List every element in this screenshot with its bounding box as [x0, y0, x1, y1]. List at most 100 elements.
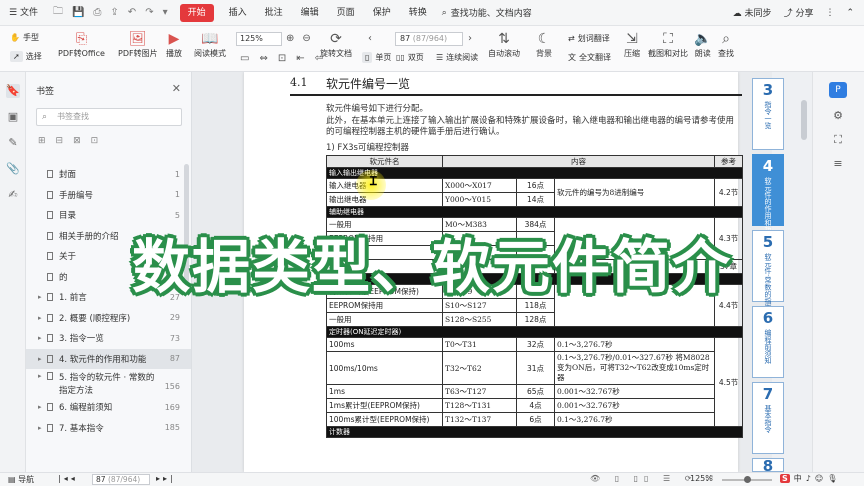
tab-comment[interactable]: 批注 [256, 0, 292, 26]
auto-scroll-button[interactable]: ⇅ 自动滚动 [488, 30, 520, 59]
title-banner: 数据类型、软元件简介 [0, 224, 864, 301]
ime-toolbar[interactable]: S 中 ♪ ☺ 🎙 [780, 473, 837, 484]
bookmark-item[interactable]: 封面 1 [26, 164, 191, 185]
group-counter: 计数器 [325, 426, 744, 438]
thumbnail-icon[interactable]: ▣ [6, 110, 20, 124]
play-button[interactable]: ▶ 播放 [166, 30, 182, 59]
rotate-document-button[interactable]: ⟳ 旋转文档 [320, 30, 352, 59]
page-icon [47, 423, 53, 432]
pdf-to-image-button[interactable]: 🖼 PDF转图片 [118, 30, 158, 59]
find-button[interactable]: ⌕ 查找 [718, 30, 734, 59]
delete-bookmark-icon[interactable]: ⊠ [73, 136, 81, 146]
tab-start[interactable]: 开始 [179, 3, 214, 22]
chapter-tab-8[interactable]: 8 [752, 458, 784, 472]
bookmark-search-input[interactable]: ⌕ 书签查找 [36, 108, 182, 126]
page-nav-next[interactable]: › [468, 33, 472, 44]
continuous-reading-button[interactable]: ☰ 连续阅读 [436, 52, 478, 63]
add-bookmark-icon[interactable]: ⊞ [38, 136, 46, 146]
bookmark-item[interactable]: ▸ 6. 编程前须知 169 [26, 397, 191, 418]
background-button[interactable]: ☾ 背景 [536, 30, 552, 59]
prev-page-icon[interactable]: ⇤ [296, 53, 304, 64]
reading-mode-button[interactable]: 📖 阅读模式 [194, 30, 226, 59]
ribbon-toolbar: ✋ 手型 ➚ 选择 ⎘ PDF转Office 🖼 PDF转图片 ▶ 播放 📖 阅读模… [0, 26, 864, 72]
comment-icon[interactable]: ✎ [6, 136, 20, 150]
sync-status[interactable]: ☁ 未同步 [733, 6, 772, 19]
page-nav-prev[interactable]: ‹ [368, 33, 372, 44]
double-page-button[interactable]: ▯▯ 双页 [396, 52, 424, 63]
screenshot-compare-button[interactable]: ⛶ 截图和对比 [648, 30, 688, 59]
chevron-right-icon: › [468, 33, 472, 44]
scrollbar-thumb[interactable] [801, 100, 807, 140]
cursor-icon: ➚ [10, 51, 23, 62]
tab-edit[interactable]: 编辑 [292, 0, 328, 26]
dropdown-icon[interactable]: ▾ [163, 7, 168, 18]
fit-width-icon[interactable]: ⇔ [259, 53, 267, 64]
continuous-icon: ☰ [436, 53, 444, 62]
attachment-icon[interactable]: 📎 [6, 162, 20, 176]
collapse-icon[interactable]: ⌃ [846, 8, 854, 18]
export-icon[interactable]: ⇪ [110, 7, 118, 18]
read-aloud-button[interactable]: 🔈 朗读 [694, 30, 711, 59]
page-nav-buttons[interactable]: |◂◂ [58, 474, 78, 483]
bookmark-item-selected[interactable]: ▸ 4. 软元件的作用和功能 87 [26, 348, 191, 369]
bookmark-item[interactable]: ▸ 7. 基本指令 185 [26, 418, 191, 439]
chapter-tab-6[interactable]: 6 编程前须知 [752, 306, 784, 378]
search-icon: ⌕ [42, 112, 48, 122]
hand-tool-button[interactable]: ✋ 手型 [10, 32, 39, 43]
word-translate-button[interactable]: ⇄ 划词翻译 [568, 33, 610, 44]
layers-icon[interactable]: ≡ [829, 156, 847, 172]
redo-icon[interactable]: ↷ [145, 7, 153, 18]
expand-bookmark-icon[interactable]: ⊟ [56, 136, 64, 146]
section-number: 4.1 [290, 76, 308, 89]
chapter-tab-4[interactable]: 4 软元件的作用和功能 [752, 154, 784, 240]
single-page-button[interactable]: ▯ 单页 [362, 52, 391, 63]
bookmark-panel-icon[interactable]: 🔖 [6, 84, 20, 98]
cloud-icon: ☁ [732, 9, 745, 19]
ime-punct-icon: ♪ [805, 474, 811, 483]
tab-page[interactable]: 页面 [328, 0, 364, 26]
full-translate-button[interactable]: 文全文翻译 [568, 52, 611, 63]
zoom-out-icon[interactable]: ⊖ [302, 33, 310, 44]
undo-icon[interactable]: ↶ [128, 7, 136, 18]
compress-button[interactable]: ⇲ 压缩 [624, 30, 640, 59]
pdf-to-office-button[interactable]: ⎘ PDF转Office [58, 30, 105, 59]
chapter-tab-3[interactable]: 3 指令一览 [752, 78, 784, 150]
signature-icon[interactable]: ✍ [6, 188, 20, 202]
pdf-convert-icon: ⎘ [75, 31, 88, 47]
adjust-icon[interactable]: ⚙ [829, 108, 847, 124]
zoom-in-icon[interactable]: ⊕ [286, 33, 294, 44]
menubar-right: ☁ 未同步 ⤴ 分享 ⋮ ⌃ [733, 6, 864, 20]
print-icon[interactable]: ⎙ [93, 7, 101, 18]
tab-insert[interactable]: 插入 [220, 0, 256, 26]
menu-file[interactable]: ☰ 文件 [0, 0, 47, 26]
open-folder-icon[interactable]: 🗀 [53, 4, 63, 21]
fit-page-icon[interactable]: ▭ [240, 53, 249, 64]
bookmark-item[interactable]: ▸ 2. 概要 (顺控程序) 29 [26, 308, 191, 329]
bookmark-tools: ⊞ ⊟ ⊠ ⊡ [38, 136, 98, 146]
pdf-badge-icon[interactable]: P [829, 82, 847, 98]
bookmark-item[interactable]: ▸ 5. 指令的软元件 · 常数的指定方法 156 [26, 369, 191, 397]
actual-size-icon[interactable]: ⊡ [278, 53, 286, 64]
bookmark-item[interactable]: ▸ 3. 指令一览 73 [26, 328, 191, 349]
feature-search[interactable]: ⌕ 查找功能、文档内容 [442, 6, 532, 20]
page-number-input[interactable]: 87 (87/964) [395, 32, 463, 46]
tab-protect[interactable]: 保护 [364, 0, 400, 26]
chapter-tab-7[interactable]: 7 基本指令 [752, 382, 784, 454]
sogou-icon: S [780, 474, 790, 483]
compress-icon: ⇲ [626, 31, 638, 47]
save-icon[interactable]: 💾 [72, 7, 84, 18]
bookmark-options-icon[interactable]: ⊡ [91, 136, 99, 146]
close-icon[interactable]: ✕ [172, 82, 181, 95]
select-tool-button[interactable]: ➚ 选择 [10, 51, 42, 62]
zoom-slider-handle[interactable] [744, 476, 751, 483]
page-nav-forward[interactable]: ▸▸| [156, 474, 176, 483]
more-icon[interactable]: ⋮ [825, 8, 834, 18]
status-bar: ▤ 导航 |◂◂ 87 (87/964) ▸▸| 👁 ▯ ▯▯ ☰ ⟳ ⤢ 12… [0, 472, 864, 486]
tab-convert[interactable]: 转换 [400, 0, 436, 26]
nav-toggle[interactable]: ▤ 导航 [8, 474, 34, 485]
crop-icon[interactable]: ⛶ [829, 132, 847, 148]
zoom-select[interactable]: 125% [236, 32, 282, 46]
share-button[interactable]: ⤴ 分享 [784, 6, 814, 19]
status-page-input[interactable]: 87 (87/964) [92, 474, 150, 485]
bookmark-item[interactable]: 手册编号 1 [26, 185, 191, 206]
